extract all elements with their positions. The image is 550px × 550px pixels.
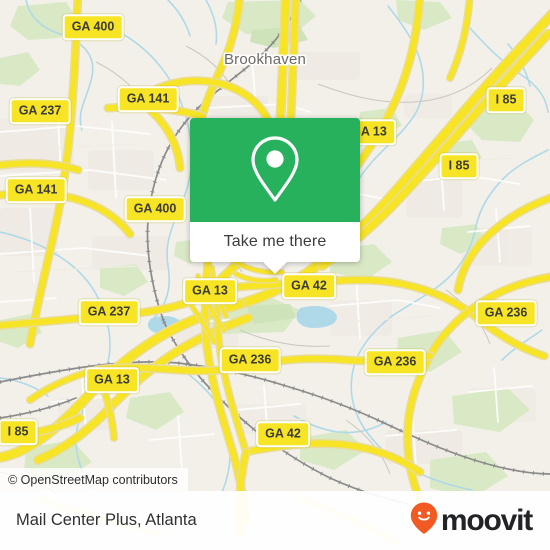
road-shield: GA 42 bbox=[256, 421, 310, 447]
road-shield: I 85 bbox=[439, 153, 479, 179]
popup-cta-area[interactable]: Take me there bbox=[190, 222, 360, 274]
moovit-wordmark: moovit bbox=[440, 503, 533, 537]
road-shield: GA 237 bbox=[78, 299, 140, 325]
road-shield: GA 237 bbox=[9, 98, 71, 124]
road-shield: GA 13 bbox=[183, 278, 237, 304]
take-me-there-label: Take me there bbox=[223, 233, 327, 250]
road-shield: GA 42 bbox=[282, 273, 336, 299]
road-shield: GA 236 bbox=[475, 300, 537, 326]
road-shield: GA 141 bbox=[117, 86, 179, 112]
moovit-logo[interactable]: moovit bbox=[409, 501, 533, 540]
road-shield: GA 236 bbox=[219, 347, 281, 373]
road-shield: I 85 bbox=[486, 87, 526, 113]
openstreetmap-attribution[interactable]: © OpenStreetMap contributors bbox=[0, 468, 188, 491]
road-shield: GA 13 bbox=[85, 367, 139, 393]
popup-image-area bbox=[190, 118, 360, 222]
footer-bar: Mail Center Plus, Atlanta moovit bbox=[0, 491, 550, 550]
popup-pointer bbox=[263, 262, 287, 274]
moovit-smiley-pin-icon bbox=[409, 501, 439, 540]
map-canvas[interactable]: .land { fill:#F3F0EA; } .blk { fill:#EFE… bbox=[0, 0, 550, 550]
map-screenshot-root: .land { fill:#F3F0EA; } .blk { fill:#EFE… bbox=[0, 0, 550, 550]
road-shield: GA 236 bbox=[364, 349, 426, 375]
road-shield: I 85 bbox=[0, 419, 38, 445]
road-shield: GA 400 bbox=[124, 196, 186, 222]
road-shield: GA 141 bbox=[5, 177, 67, 203]
road-shield: GA 400 bbox=[62, 14, 124, 40]
map-pin-icon bbox=[247, 134, 303, 206]
location-title: Mail Center Plus, Atlanta bbox=[16, 511, 197, 529]
location-popup[interactable]: Take me there bbox=[190, 118, 360, 274]
